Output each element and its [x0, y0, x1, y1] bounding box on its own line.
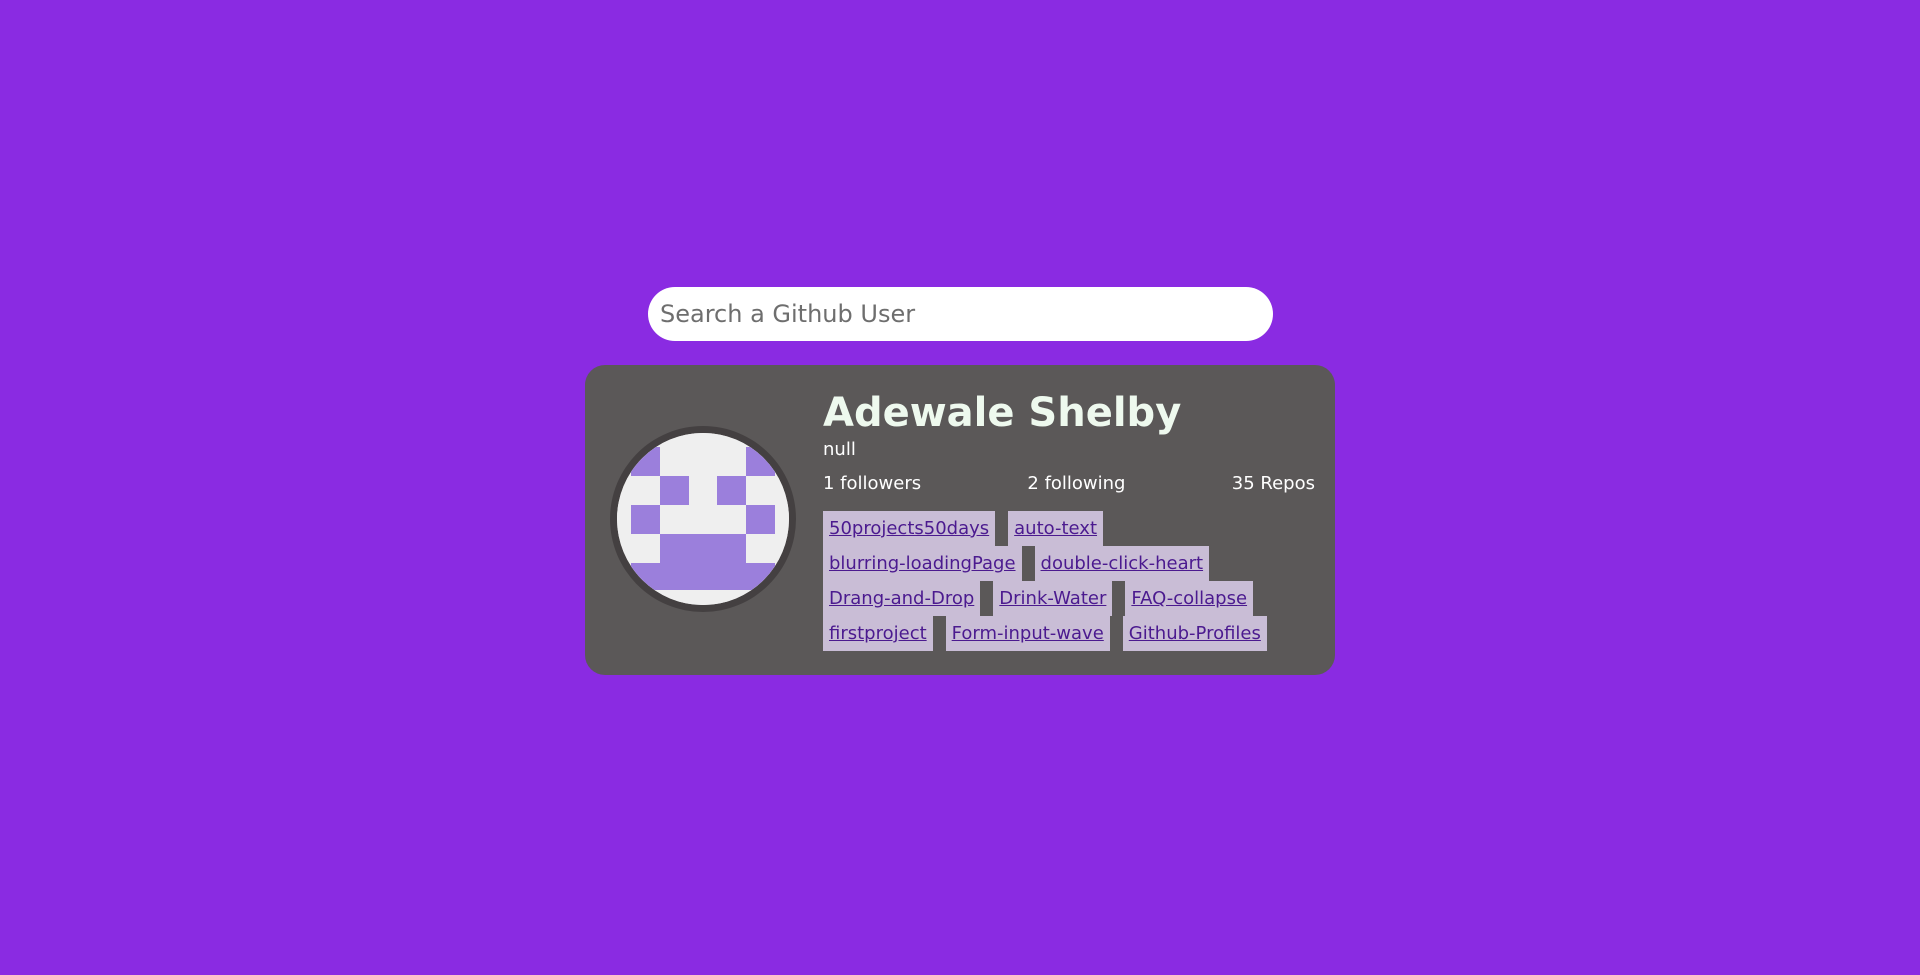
user-name: Adewale Shelby: [823, 390, 1182, 436]
repos-count: 35 Repos: [1231, 473, 1315, 494]
repo-link[interactable]: FAQ-collapse: [1125, 581, 1254, 616]
repo-link[interactable]: blurring-loadingPage: [823, 546, 1022, 581]
repo-link[interactable]: Drang-and-Drop: [823, 581, 981, 616]
repo-link[interactable]: auto-text: [1008, 511, 1104, 546]
repo-link[interactable]: firstproject: [823, 616, 933, 651]
repo-link[interactable]: double-click-heart: [1034, 546, 1210, 581]
repo-link[interactable]: Github-Profiles: [1122, 616, 1267, 651]
stats-row: 1 followers 2 following 35 Repos: [823, 472, 1315, 496]
following-count: 2 following: [1027, 473, 1126, 494]
repo-link[interactable]: Drink-Water: [993, 581, 1113, 616]
repo-link[interactable]: 50projects50days: [823, 511, 996, 546]
followers-count: 1 followers: [823, 473, 922, 494]
search-form: [648, 287, 1273, 341]
avatar-frame: [610, 426, 796, 612]
search-input[interactable]: [648, 287, 1273, 341]
user-info: Adewale Shelby null 1 followers 2 follow…: [823, 389, 1315, 651]
repo-link[interactable]: Form-input-wave: [945, 616, 1110, 651]
user-bio: null: [823, 439, 856, 460]
identicon-avatar-icon: [617, 433, 789, 605]
profile-card: Adewale Shelby null 1 followers 2 follow…: [585, 365, 1335, 675]
avatar: [617, 433, 789, 605]
repo-list: 50projects50days auto-text blurring-load…: [823, 511, 1293, 651]
